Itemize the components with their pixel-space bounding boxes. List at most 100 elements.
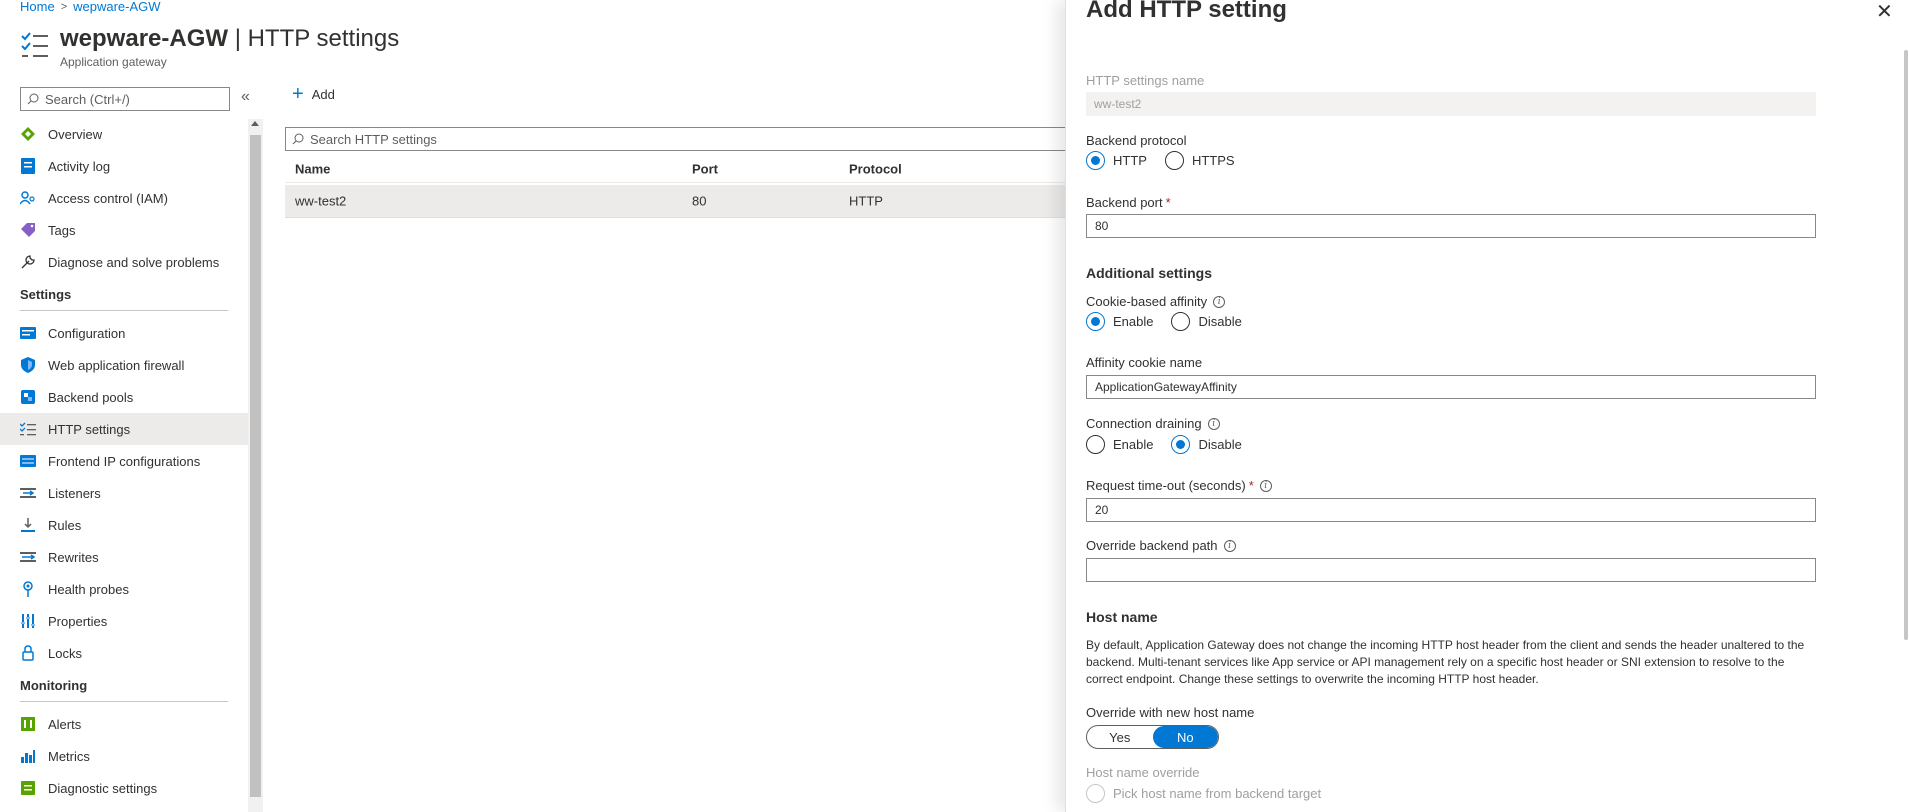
request-timeout-field[interactable]: 20 bbox=[1086, 498, 1816, 522]
sidebar-item-backend-pools[interactable]: Backend pools bbox=[0, 381, 248, 413]
page-title-resource: wepware-AGW bbox=[60, 25, 229, 52]
sidebar-item-label: Tags bbox=[48, 222, 76, 238]
backend-port-field[interactable]: 80 bbox=[1086, 214, 1816, 238]
connection-draining-radio-group: Enable Disable bbox=[1086, 435, 1252, 454]
connection-draining-label-text: Connection draining bbox=[1086, 416, 1202, 431]
sidebar-item-metrics[interactable]: Metrics bbox=[0, 740, 248, 772]
sidebar-item-frontend-ip[interactable]: Frontend IP configurations bbox=[0, 445, 248, 477]
cell-port: 80 bbox=[692, 193, 707, 209]
override-host-name-toggle[interactable]: Yes No bbox=[1086, 725, 1219, 749]
sidebar-item-activity-log[interactable]: Activity log bbox=[0, 150, 248, 182]
sidebar-item-label: Properties bbox=[48, 613, 108, 629]
radio-draining-enable[interactable]: Enable bbox=[1086, 435, 1153, 454]
frontend-ip-icon bbox=[20, 453, 36, 469]
backend-protocol-radio-group: HTTP HTTPS bbox=[1086, 151, 1245, 170]
sidebar-group-settings: Settings bbox=[20, 287, 72, 302]
add-button[interactable]: + Add bbox=[292, 84, 335, 104]
sidebar-scrollbar[interactable] bbox=[248, 119, 263, 812]
sidebar-item-label: Access control (IAM) bbox=[48, 190, 168, 206]
tag-icon bbox=[20, 222, 36, 238]
sidebar-item-properties[interactable]: Properties bbox=[0, 605, 248, 637]
required-marker: * bbox=[1165, 195, 1171, 210]
grid-search-input[interactable]: Search HTTP settings bbox=[285, 127, 1065, 151]
collapse-sidebar-button[interactable]: « bbox=[241, 88, 250, 106]
page-title-divider: | bbox=[228, 25, 248, 52]
alerts-icon bbox=[20, 716, 36, 732]
sidebar-item-rewrites[interactable]: Rewrites bbox=[0, 541, 248, 573]
radio-label: HTTP bbox=[1113, 153, 1147, 168]
sidebar-item-diagnostic-settings[interactable]: Diagnostic settings bbox=[0, 772, 248, 804]
sidebar-item-label: Locks bbox=[48, 645, 82, 661]
cookie-affinity-radio-group: Enable Disable bbox=[1086, 312, 1252, 331]
sidebar-item-http-settings[interactable]: HTTP settings bbox=[0, 413, 248, 445]
health-probe-icon bbox=[20, 581, 36, 597]
info-icon[interactable]: i bbox=[1213, 295, 1226, 308]
column-header-name[interactable]: Name bbox=[295, 161, 330, 176]
sidebar-item-label: Overview bbox=[48, 126, 103, 142]
sidebar-item-overview[interactable]: Overview bbox=[0, 118, 248, 150]
sidebar-item-waf[interactable]: Web application firewall bbox=[0, 349, 248, 381]
info-icon[interactable]: i bbox=[1223, 539, 1236, 552]
radio-affinity-disable[interactable]: Disable bbox=[1171, 312, 1242, 331]
radio-pick-host-from-backend[interactable]: Pick host name from backend target bbox=[1086, 784, 1321, 803]
panel-scrollbar[interactable] bbox=[1904, 50, 1908, 640]
sidebar-group-monitoring: Monitoring bbox=[20, 678, 88, 693]
sidebar-item-rules[interactable]: Rules bbox=[0, 509, 248, 541]
column-header-port[interactable]: Port bbox=[692, 161, 718, 176]
breadcrumb-resource[interactable]: wepware-AGW bbox=[73, 0, 160, 14]
sidebar-scrollbar-thumb[interactable] bbox=[250, 135, 261, 797]
radio-dot bbox=[1164, 151, 1184, 170]
table-row[interactable]: ww-test2 80 HTTP bbox=[285, 185, 1065, 218]
radio-protocol-http[interactable]: HTTP bbox=[1086, 151, 1147, 170]
list-check-icon bbox=[20, 421, 36, 437]
cell-name[interactable]: ww-test2 bbox=[295, 194, 346, 209]
toggle-no[interactable]: No bbox=[1152, 726, 1218, 748]
host-name-heading: Host name bbox=[1086, 609, 1158, 625]
sidebar-divider bbox=[20, 310, 228, 311]
host-name-description: By default, Application Gateway does not… bbox=[1086, 638, 1805, 686]
connection-draining-label: Connection draining i bbox=[1086, 416, 1220, 431]
sidebar-item-health-probes[interactable]: Health probes bbox=[0, 573, 248, 605]
radio-label: Enable bbox=[1113, 437, 1154, 452]
cookie-affinity-label-text: Cookie-based affinity bbox=[1086, 294, 1208, 309]
page-title: wepware-AGW | HTTP settings bbox=[60, 24, 399, 54]
add-http-setting-panel: Add HTTP setting ✕ HTTP settings name ww… bbox=[1065, 0, 1909, 812]
sidebar-item-listeners[interactable]: Listeners bbox=[0, 477, 248, 509]
radio-dot bbox=[1086, 784, 1105, 803]
override-backend-path-field[interactable] bbox=[1086, 558, 1816, 582]
rules-icon bbox=[20, 517, 36, 533]
radio-draining-disable[interactable]: Disable bbox=[1171, 435, 1242, 454]
sidebar-item-label: Diagnose and solve problems bbox=[48, 254, 220, 270]
sidebar-search-input[interactable]: Search (Ctrl+/) bbox=[20, 87, 230, 111]
additional-settings-heading: Additional settings bbox=[1086, 265, 1212, 281]
required-marker: * bbox=[1248, 478, 1254, 493]
properties-icon bbox=[20, 613, 36, 629]
close-icon[interactable]: ✕ bbox=[1876, 2, 1893, 22]
radio-affinity-enable[interactable]: Enable bbox=[1086, 312, 1153, 331]
wrench-icon bbox=[20, 254, 36, 270]
sidebar-item-alerts[interactable]: Alerts bbox=[0, 708, 248, 740]
backend-port-label: Backend port * bbox=[1086, 195, 1171, 210]
scroll-up-icon[interactable] bbox=[251, 121, 259, 126]
sidebar-item-diagnose[interactable]: Diagnose and solve problems bbox=[0, 246, 248, 278]
backend-port-label-text: Backend port bbox=[1086, 195, 1163, 210]
diagnostic-settings-icon bbox=[20, 780, 36, 796]
sidebar-item-locks[interactable]: Locks bbox=[0, 637, 248, 669]
sidebar-item-configuration[interactable]: Configuration bbox=[0, 317, 248, 349]
sidebar-item-label: Alerts bbox=[48, 716, 82, 732]
list-check-icon bbox=[21, 32, 48, 57]
affinity-cookie-name-label: Affinity cookie name bbox=[1086, 355, 1203, 370]
affinity-cookie-name-field[interactable]: ApplicationGatewayAffinity bbox=[1086, 375, 1816, 399]
override-host-name-label: Override with new host name bbox=[1086, 705, 1255, 720]
sidebar-item-access-control[interactable]: Access control (IAM) bbox=[0, 182, 248, 214]
sidebar-item-label: Web application firewall bbox=[48, 357, 185, 373]
breadcrumb-home[interactable]: Home bbox=[20, 0, 55, 14]
sidebar-item-tags[interactable]: Tags bbox=[0, 214, 248, 246]
radio-label: HTTPS bbox=[1191, 153, 1235, 168]
info-icon[interactable]: i bbox=[1207, 417, 1220, 430]
radio-protocol-https[interactable]: HTTPS bbox=[1164, 151, 1235, 170]
toggle-yes[interactable]: Yes bbox=[1087, 726, 1153, 748]
info-icon[interactable]: i bbox=[1259, 479, 1272, 492]
column-header-protocol[interactable]: Protocol bbox=[849, 161, 902, 176]
sidebar-item-label: Rewrites bbox=[48, 549, 99, 565]
